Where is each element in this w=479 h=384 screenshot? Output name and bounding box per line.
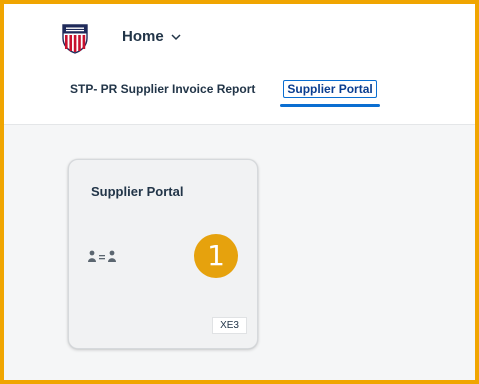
tab-bar: STP- PR Supplier Invoice Report Supplier… bbox=[70, 80, 380, 107]
shell-header: Home STP- PR Supplier Invoice Report Sup… bbox=[4, 4, 475, 124]
home-menu-button[interactable]: Home bbox=[122, 28, 182, 45]
tab-supplier-portal[interactable]: Supplier Portal bbox=[280, 80, 380, 107]
home-label: Home bbox=[122, 28, 164, 45]
tab-stp-pr-supplier-invoice-report[interactable]: STP- PR Supplier Invoice Report bbox=[70, 82, 255, 96]
screenshot-frame: Home STP- PR Supplier Invoice Report Sup… bbox=[0, 0, 479, 384]
tile-app-id-badge: XE3 bbox=[212, 317, 247, 334]
supplier-exchange-icon bbox=[88, 250, 116, 262]
tile-title: Supplier Portal bbox=[91, 184, 184, 199]
step-callout-badge: 1 bbox=[194, 234, 238, 278]
union-pacific-logo-icon[interactable] bbox=[62, 24, 88, 54]
tab-supplier-portal-label: Supplier Portal bbox=[287, 82, 373, 96]
selected-tab-indicator bbox=[280, 104, 380, 107]
chevron-down-icon bbox=[171, 33, 181, 40]
